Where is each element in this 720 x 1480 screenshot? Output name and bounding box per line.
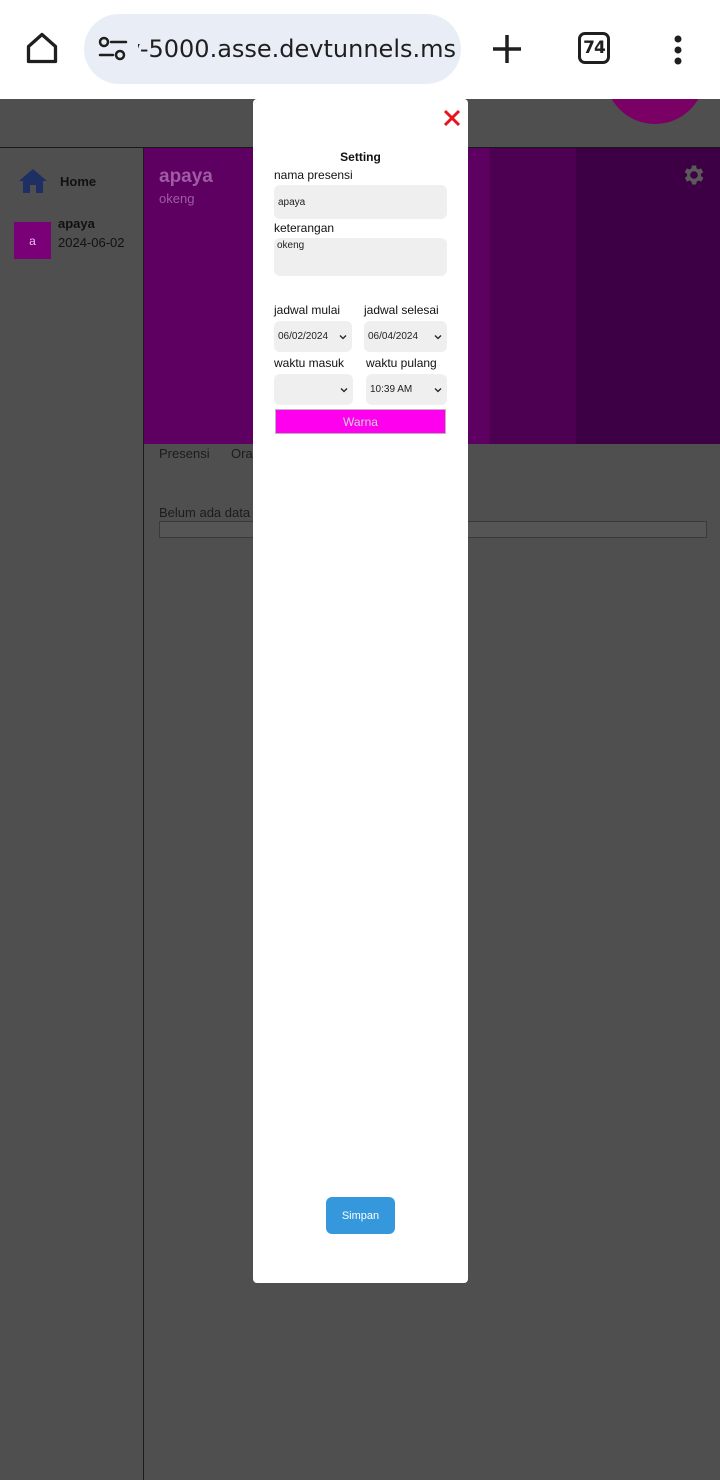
home-icon	[26, 32, 58, 64]
gear-icon[interactable]	[681, 162, 707, 188]
setting-modal: Setting nama presensi apaya keterangan o…	[253, 99, 468, 1283]
waktu-pulang-select[interactable]: 10:39 AM	[366, 374, 447, 405]
more-vert-icon	[674, 35, 682, 65]
tab-orang[interactable]: Ora	[231, 446, 253, 461]
jadwal-mulai-value: 06/02/2024	[278, 331, 329, 342]
browser-toolbar: 7v-5000.asse.devtunnels.ms 74	[0, 0, 720, 99]
sidebar-item-presensi[interactable]: a apaya 2024-06-02	[14, 216, 140, 276]
url-text[interactable]: 7v-5000.asse.devtunnels.ms	[138, 14, 456, 84]
empty-state-text: Belum ada data	[159, 505, 251, 520]
address-bar[interactable]: 7v-5000.asse.devtunnels.ms	[84, 14, 461, 84]
waktu-masuk-select[interactable]	[274, 374, 353, 405]
waktu-pulang-label: waktu pulang	[366, 356, 437, 370]
nama-presensi-label: nama presensi	[274, 168, 353, 182]
close-icon[interactable]	[442, 108, 462, 128]
presensi-title: apaya	[58, 216, 95, 231]
home-icon	[19, 169, 47, 193]
sidebar-home-label: Home	[60, 173, 97, 189]
presensi-date: 2024-06-02	[58, 235, 125, 250]
banner-title: apaya	[159, 166, 213, 187]
new-tab-button[interactable]	[484, 26, 530, 72]
save-button[interactable]: Simpan	[326, 1197, 395, 1234]
jadwal-mulai-label: jadwal mulai	[274, 303, 341, 317]
nama-presensi-input[interactable]: apaya	[274, 185, 447, 219]
tune-icon[interactable]	[96, 32, 130, 66]
modal-title: Setting	[340, 150, 381, 164]
keterangan-label: keterangan	[274, 221, 335, 235]
presensi-avatar: a	[14, 222, 51, 259]
jadwal-mulai-select[interactable]: 06/02/2024	[274, 321, 352, 352]
sidebar: Home a apaya 2024-06-02	[0, 148, 144, 1480]
jadwal-selesai-select[interactable]: 06/04/2024	[364, 321, 447, 352]
user-avatar[interactable]	[605, 99, 705, 124]
warna-color-picker[interactable]: Warna	[275, 409, 446, 434]
chevron-down-icon	[339, 334, 347, 339]
banner-subtitle: okeng	[159, 191, 195, 206]
plus-icon	[493, 35, 521, 63]
chevron-down-icon	[434, 387, 442, 392]
waktu-masuk-label: waktu masuk	[274, 356, 345, 370]
waktu-pulang-value: 10:39 AM	[370, 384, 413, 395]
browser-home-button[interactable]	[18, 24, 66, 72]
tab-switcher-button[interactable]: 74	[578, 32, 610, 64]
chevron-down-icon	[340, 387, 348, 392]
sidebar-item-home[interactable]: Home	[18, 166, 138, 196]
tab-presensi[interactable]: Presensi	[159, 446, 210, 461]
keterangan-textarea[interactable]: okeng	[274, 238, 447, 276]
browser-menu-button[interactable]	[662, 30, 694, 70]
chevron-down-icon	[434, 334, 442, 339]
jadwal-selesai-value: 06/04/2024	[368, 331, 419, 342]
jadwal-selesai-label: jadwal selesai	[364, 303, 439, 317]
